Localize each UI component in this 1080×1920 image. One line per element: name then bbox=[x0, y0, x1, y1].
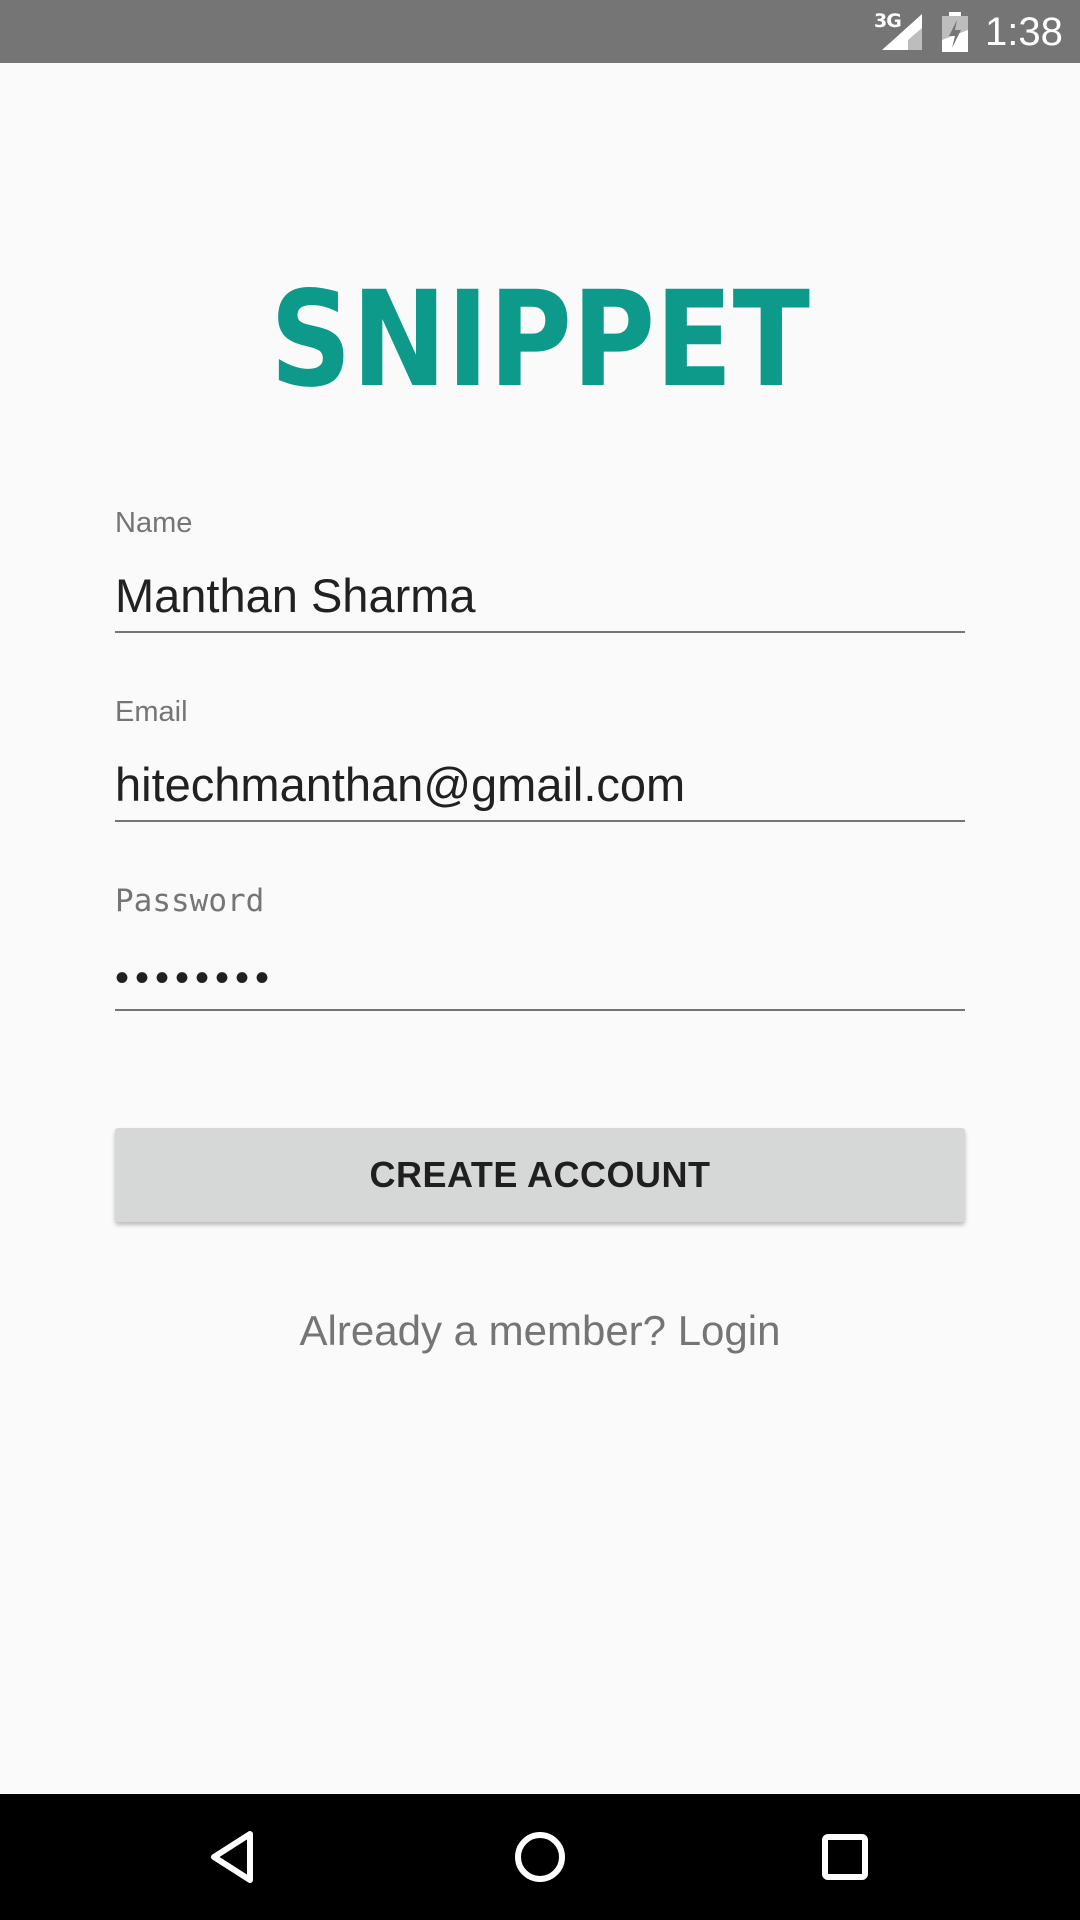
email-field[interactable]: Email hitechmanthan@gmail.com bbox=[115, 695, 965, 825]
password-label: Password bbox=[115, 883, 265, 919]
name-label: Name bbox=[115, 507, 193, 539]
name-field[interactable]: Name Manthan Sharma bbox=[115, 506, 965, 636]
name-input[interactable]: Manthan Sharma bbox=[115, 568, 476, 624]
battery-icon bbox=[942, 12, 968, 52]
logo-text: SNIPPET bbox=[270, 263, 810, 410]
email-label: Email bbox=[115, 696, 188, 728]
name-underline bbox=[115, 631, 965, 633]
email-input[interactable]: hitechmanthan@gmail.com bbox=[115, 757, 685, 813]
password-underline bbox=[115, 1009, 965, 1011]
navigation-bar bbox=[0, 1794, 1080, 1920]
clock: 1:38 bbox=[985, 10, 1063, 54]
back-icon[interactable] bbox=[200, 1822, 270, 1892]
signal-icon bbox=[882, 14, 922, 50]
home-icon[interactable] bbox=[505, 1822, 575, 1892]
password-input[interactable]: •••••••• bbox=[115, 950, 275, 1006]
app-logo: SNIPPET bbox=[270, 263, 810, 410]
recents-icon[interactable] bbox=[810, 1822, 880, 1892]
status-bar: 3G 1:38 bbox=[0, 0, 1080, 63]
email-underline bbox=[115, 820, 965, 822]
login-link[interactable]: Already a member? Login bbox=[0, 1305, 1080, 1357]
create-account-label: CREATE ACCOUNT bbox=[369, 1154, 711, 1195]
password-field[interactable]: Password •••••••• bbox=[115, 884, 965, 1014]
create-account-button[interactable]: CREATE ACCOUNT bbox=[115, 1128, 965, 1222]
